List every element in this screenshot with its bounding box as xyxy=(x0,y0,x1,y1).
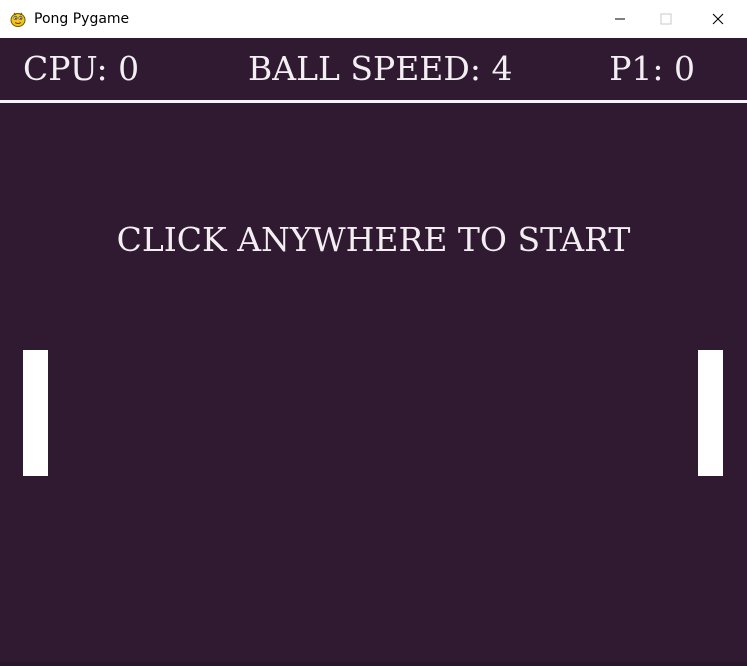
title-bar[interactable]: Pong Pygame xyxy=(0,0,747,38)
minimize-button[interactable] xyxy=(597,0,643,38)
player-score: P1: 0 xyxy=(609,49,695,88)
maximize-button[interactable] xyxy=(643,0,689,38)
cpu-score: CPU: 0 xyxy=(23,49,140,88)
player-paddle xyxy=(698,350,723,476)
window-title: Pong Pygame xyxy=(34,11,130,27)
start-message[interactable]: CLICK ANYWHERE TO START xyxy=(0,220,747,259)
maximize-icon xyxy=(660,13,672,25)
hud-divider xyxy=(0,100,747,103)
minimize-icon xyxy=(615,18,625,20)
game-canvas[interactable]: CPU: 0 BALL SPEED: 4 P1: 0 CLICK ANYWHER… xyxy=(0,38,747,666)
pygame-snake-icon xyxy=(9,10,27,28)
close-button[interactable] xyxy=(689,0,747,38)
ball-speed: BALL SPEED: 4 xyxy=(248,49,513,88)
close-icon xyxy=(712,13,724,25)
pong-window: Pong Pygame CPU: 0 BALL SPEED: 4 P1: 0 C… xyxy=(0,0,747,666)
cpu-paddle xyxy=(23,350,48,476)
score-bar: CPU: 0 BALL SPEED: 4 P1: 0 xyxy=(0,38,747,100)
bottom-edge xyxy=(0,662,747,666)
